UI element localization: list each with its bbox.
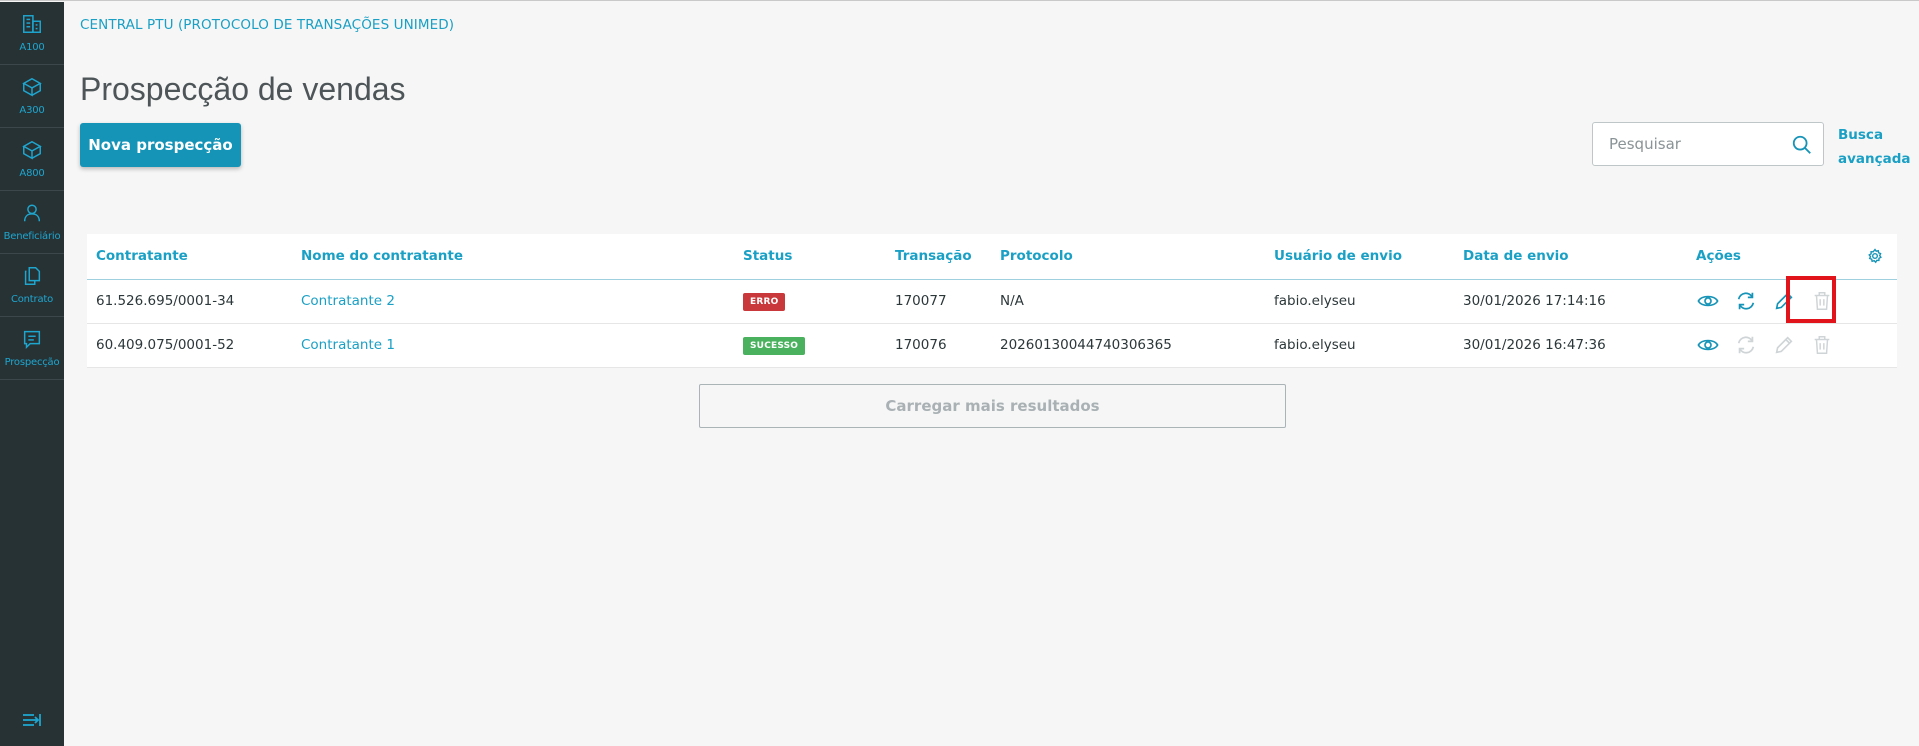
table-header-row: Contratante Nome do contratante Status T… — [87, 234, 1897, 280]
column-header-usuario[interactable]: Usuário de envio — [1265, 234, 1454, 280]
cube-icon — [22, 140, 42, 160]
person-icon — [23, 204, 41, 222]
delete-button — [1810, 289, 1834, 313]
delete-button — [1810, 333, 1834, 357]
column-header-nome[interactable]: Nome do contratante — [292, 234, 734, 280]
expand-menu-icon[interactable] — [22, 711, 42, 729]
pencil-icon — [1775, 336, 1793, 354]
column-header-contratante[interactable]: Contratante — [87, 234, 292, 280]
search-icon[interactable] — [1791, 134, 1813, 156]
cell-transacao: 170076 — [886, 323, 991, 368]
search-box — [1592, 122, 1824, 166]
search-input[interactable] — [1593, 135, 1783, 153]
column-header-transacao[interactable]: Transação — [886, 234, 991, 280]
cell-data: 30/01/2026 17:14:16 — [1454, 279, 1687, 324]
sidebar-item-prospeccao[interactable]: Prospecção — [0, 317, 64, 380]
gear-icon[interactable] — [1867, 248, 1883, 264]
advanced-search-line1: Busca — [1838, 127, 1884, 143]
cell-acoes — [1687, 279, 1897, 324]
cell-usuario: fabio.elyseu — [1265, 323, 1454, 368]
refresh-icon — [1737, 336, 1755, 354]
sidebar-item-a300[interactable]: A300 — [0, 65, 64, 128]
pencil-icon — [1775, 292, 1793, 310]
building-icon — [23, 15, 41, 33]
eye-icon — [1697, 295, 1719, 307]
view-button[interactable] — [1696, 333, 1720, 357]
refresh-icon — [1737, 292, 1755, 310]
page-title: Prospecção de vendas — [80, 71, 406, 107]
table-row: 60.409.075/0001-52 Contratante 1 SUCESSO… — [87, 323, 1897, 368]
view-button[interactable] — [1696, 289, 1720, 313]
sidebar-item-label: Prospecção — [4, 357, 60, 368]
trash-icon — [1814, 292, 1830, 310]
column-header-protocolo[interactable]: Protocolo — [991, 234, 1265, 280]
cell-contratante: 60.409.075/0001-52 — [87, 323, 292, 368]
prospection-table: Contratante Nome do contratante Status T… — [87, 234, 1897, 368]
sidebar-item-label: Contrato — [10, 294, 54, 305]
sidebar-item-label: A100 — [19, 42, 45, 53]
row-actions — [1696, 289, 1897, 313]
main-content: CENTRAL PTU (PROTOCOLO DE TRANSAÇÕES UNI… — [64, 1, 1919, 746]
sidebar-item-a800[interactable]: A800 — [0, 128, 64, 191]
resend-button — [1734, 333, 1758, 357]
column-header-status[interactable]: Status — [734, 234, 886, 280]
edit-button[interactable] — [1772, 289, 1796, 313]
advanced-search-line2: avançada — [1838, 151, 1911, 167]
list-box-icon — [23, 330, 41, 350]
cell-contratante: 61.526.695/0001-34 — [87, 279, 292, 324]
load-more-button[interactable]: Carregar mais resultados — [699, 384, 1286, 428]
row-actions — [1696, 333, 1897, 357]
cell-protocolo: 20260130044740306365 — [991, 323, 1265, 368]
column-header-acoes: Ações — [1687, 234, 1897, 280]
new-prospection-button[interactable]: Nova prospecção — [80, 123, 241, 167]
status-badge-error: ERRO — [743, 292, 786, 311]
app-title: CENTRAL PTU (PROTOCOLO DE TRANSAÇÕES UNI… — [80, 17, 455, 33]
cell-status: SUCESSO — [734, 323, 886, 368]
cell-protocolo: N/A — [991, 279, 1265, 324]
sidebar-item-label: A300 — [19, 105, 45, 116]
data-table: Contratante Nome do contratante Status T… — [87, 234, 1897, 368]
cell-status: ERRO — [734, 279, 886, 324]
cell-acoes — [1687, 323, 1897, 368]
cell-nome-link[interactable]: Contratante 1 — [292, 323, 734, 368]
sidebar: A100 A300 A800 Beneficiário Contrato Pro… — [0, 2, 64, 746]
cell-data: 30/01/2026 16:47:36 — [1454, 323, 1687, 368]
documents-icon — [24, 267, 41, 285]
status-badge-success: SUCESSO — [743, 336, 806, 355]
advanced-search-link[interactable]: Busca avançada — [1838, 123, 1918, 171]
cell-transacao: 170077 — [886, 279, 991, 324]
edit-button — [1772, 333, 1796, 357]
cell-usuario: fabio.elyseu — [1265, 279, 1454, 324]
sidebar-item-label: A800 — [19, 168, 45, 179]
eye-icon — [1697, 339, 1719, 351]
cell-nome-link[interactable]: Contratante 2 — [292, 279, 734, 324]
sidebar-item-a100[interactable]: A100 — [0, 2, 64, 65]
table-row: 61.526.695/0001-34 Contratante 2 ERRO 17… — [87, 279, 1897, 324]
trash-icon — [1814, 336, 1830, 354]
sidebar-item-contrato[interactable]: Contrato — [0, 254, 64, 317]
cube-icon — [22, 77, 42, 97]
sidebar-item-label: Beneficiário — [3, 231, 61, 242]
resend-button[interactable] — [1734, 289, 1758, 313]
column-header-data[interactable]: Data de envio — [1454, 234, 1687, 280]
sidebar-item-beneficiario[interactable]: Beneficiário — [0, 191, 64, 254]
